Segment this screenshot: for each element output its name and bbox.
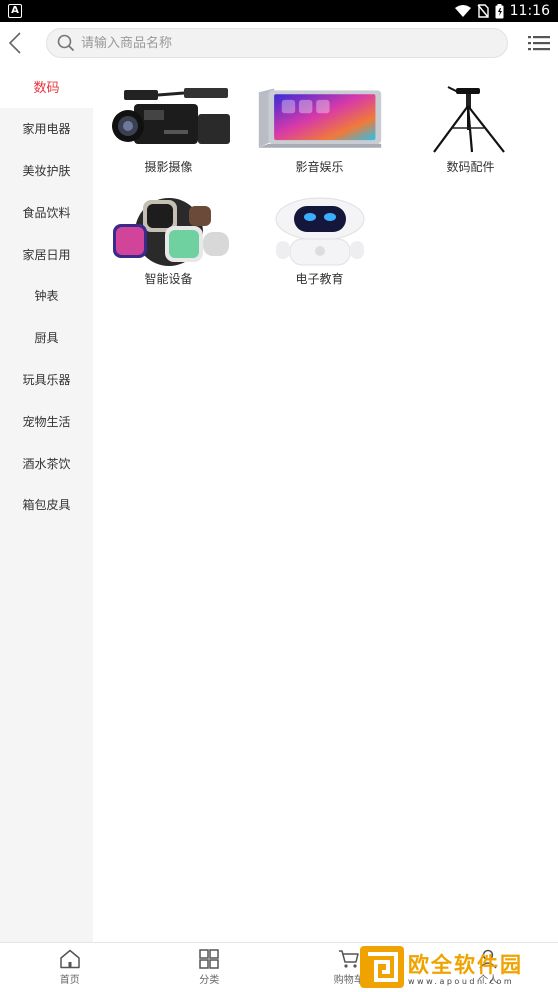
subcategory-item[interactable]: 数码配件 bbox=[395, 84, 546, 196]
sidebar-item-beauty[interactable]: 美妆护肤 bbox=[0, 150, 93, 192]
search-input[interactable] bbox=[81, 35, 481, 51]
watermark-logo-icon bbox=[360, 946, 404, 988]
no-sim-icon bbox=[477, 4, 489, 18]
subcategory-item[interactable]: 电子教育 bbox=[244, 196, 395, 308]
category-sidebar: 数码 家用电器 美妆护肤 食品饮料 家居日用 钟表 厨具 玩具乐器 宠物生活 酒… bbox=[0, 66, 93, 942]
battery-icon bbox=[495, 3, 504, 18]
sidebar-item-appliances[interactable]: 家用电器 bbox=[0, 108, 93, 150]
back-button[interactable] bbox=[4, 30, 26, 56]
tablet-image bbox=[255, 84, 385, 156]
status-bar: A 11:16 bbox=[0, 0, 558, 22]
search-bar[interactable] bbox=[46, 28, 508, 58]
sidebar-item-drinks[interactable]: 酒水茶饮 bbox=[0, 442, 93, 484]
search-icon bbox=[57, 34, 75, 52]
subcategory-item[interactable]: 智能设备 bbox=[93, 196, 244, 308]
chevron-left-icon bbox=[9, 32, 21, 54]
wifi-icon bbox=[454, 5, 471, 17]
search-header bbox=[0, 22, 558, 66]
home-icon bbox=[60, 949, 80, 969]
watermark: 欧全软件园 www.apoudn.com bbox=[360, 944, 556, 990]
list-icon bbox=[528, 36, 550, 51]
sidebar-item-pets[interactable]: 宠物生活 bbox=[0, 400, 93, 442]
clock: 11:16 bbox=[509, 3, 550, 19]
subcategory-item[interactable]: 摄影摄像 bbox=[93, 84, 244, 196]
tab-home[interactable]: 首页 bbox=[0, 943, 140, 992]
sidebar-item-digital[interactable]: 数码 bbox=[0, 66, 93, 108]
subcategory-panel: 摄影摄像 影音娱乐 数码配件 智能设备 电子教育 bbox=[93, 66, 558, 942]
subcategory-label: 摄影摄像 bbox=[144, 160, 193, 174]
tab-category[interactable]: 分类 bbox=[140, 943, 280, 992]
subcategory-item[interactable]: 影音娱乐 bbox=[244, 84, 395, 196]
subcategory-label: 智能设备 bbox=[144, 272, 193, 286]
tab-category-label: 分类 bbox=[199, 975, 220, 986]
tripod-image bbox=[406, 84, 536, 156]
cart-icon bbox=[338, 950, 359, 968]
subcategory-label: 影音娱乐 bbox=[295, 160, 344, 174]
sidebar-item-food[interactable]: 食品饮料 bbox=[0, 191, 93, 233]
sidebar-item-bags[interactable]: 箱包皮具 bbox=[0, 484, 93, 526]
app-badge-icon: A bbox=[8, 4, 22, 18]
watermark-url: www.apoudn.com bbox=[408, 976, 515, 986]
category-icon bbox=[199, 949, 219, 969]
sidebar-item-home[interactable]: 家居日用 bbox=[0, 233, 93, 275]
list-menu-button[interactable] bbox=[528, 34, 552, 54]
watermark-title: 欧全软件园 bbox=[408, 952, 523, 977]
robot-image bbox=[255, 196, 385, 268]
camcorder-image bbox=[104, 84, 234, 156]
sidebar-item-kitchen[interactable]: 厨具 bbox=[0, 317, 93, 359]
sidebar-item-watches[interactable]: 钟表 bbox=[0, 275, 93, 317]
subcategory-label: 电子教育 bbox=[295, 272, 344, 286]
sidebar-item-toys[interactable]: 玩具乐器 bbox=[0, 359, 93, 401]
tab-home-label: 首页 bbox=[59, 975, 80, 986]
smartwatch-image bbox=[104, 196, 234, 268]
subcategory-label: 数码配件 bbox=[446, 160, 495, 174]
